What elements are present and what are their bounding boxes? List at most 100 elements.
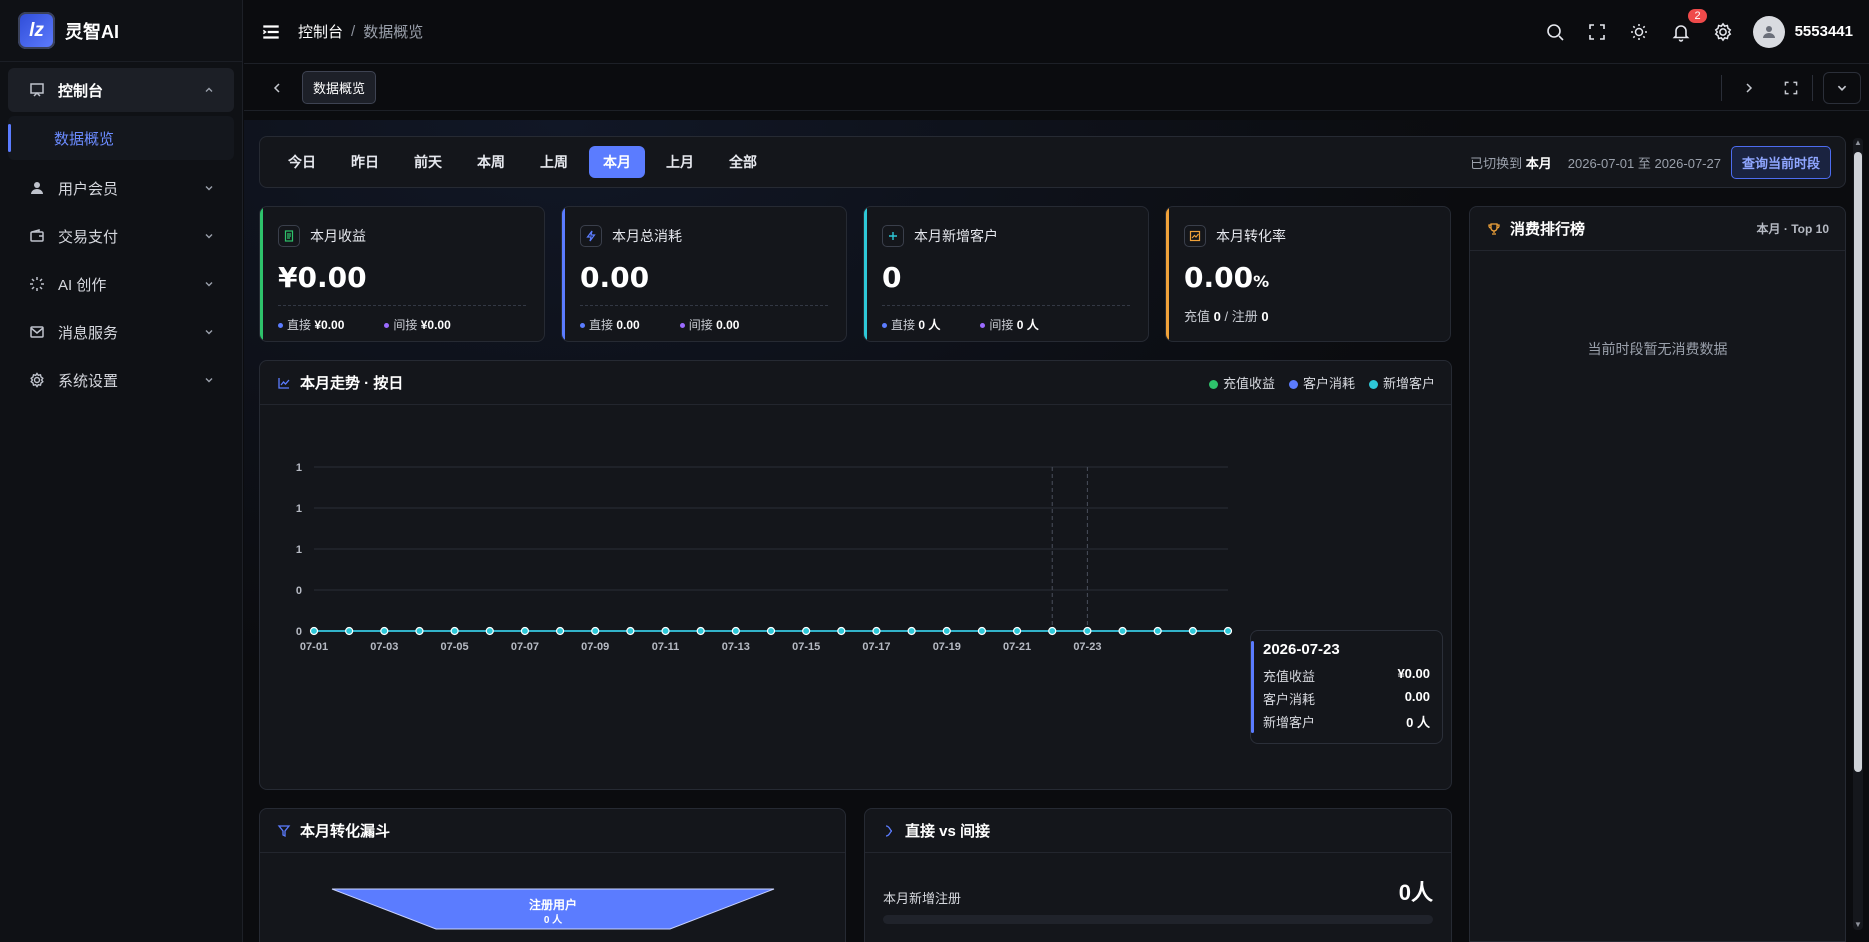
legend-label: 充值收益 [1222, 376, 1275, 391]
data-point [1153, 626, 1162, 636]
legend-item[interactable]: 新增客户 [1368, 373, 1435, 392]
tooltip-label: 充值收益 [1263, 669, 1316, 684]
data-point [555, 626, 565, 636]
stat-foot-label: 间接 [989, 318, 1014, 332]
sidebar-item-settings[interactable]: 系统设置 [8, 358, 234, 402]
ranking-scope: 本月 · Top 10 [1756, 222, 1829, 236]
theme-sun-icon[interactable] [1627, 20, 1651, 44]
trend-chart-icon [1184, 225, 1206, 247]
scrollbar-thumb[interactable] [1854, 152, 1862, 772]
breadcrumb: 控制台 / 数据概览 [298, 21, 423, 42]
legend-item[interactable]: 客户消耗 [1288, 373, 1355, 392]
scroll-up-arrow-icon[interactable]: ▲ [1853, 138, 1863, 148]
sidebar-item-ai-creation[interactable]: AI 创作 [8, 262, 234, 306]
avatar[interactable] [1752, 15, 1785, 48]
sparkle-icon [28, 275, 46, 293]
query-current-period-button[interactable]: 查询当前时段 [1730, 145, 1831, 179]
period-today-button[interactable]: 今日 [274, 146, 330, 178]
y-tick-label: 1 [296, 503, 302, 515]
sidebar-menu: 控制台 数据概览 用户会员 交易支付 AI 创作 消息服务 系统设置 [0, 62, 242, 412]
x-tick-label: 07-21 [1003, 641, 1031, 653]
sidebar-item-dashboard[interactable]: 控制台 [8, 68, 234, 112]
dashboard-icon [28, 81, 46, 99]
chevron-down-icon [205, 282, 213, 287]
tab-fullscreen-icon[interactable] [1776, 73, 1806, 103]
brand[interactable]: lz 灵智AI [0, 0, 242, 62]
stat-foot-value: ¥0.00 [314, 318, 345, 332]
period-this-week-button[interactable]: 本周 [463, 146, 519, 178]
search-icon[interactable] [1543, 20, 1567, 44]
chevron-down-icon [205, 234, 213, 239]
card-header: 直接 vs 间接 [865, 809, 1451, 853]
y-tick-label: 1 [296, 544, 302, 556]
line-chart-icon [276, 375, 292, 391]
x-tick-label: 07-17 [862, 641, 890, 653]
notification-bell-icon[interactable]: 2 [1669, 8, 1707, 44]
period-yesterday-button[interactable]: 昨日 [337, 146, 393, 178]
chevron-up-icon [205, 87, 213, 92]
sidebar-item-label: AI 创作 [58, 276, 107, 294]
data-point [520, 626, 530, 636]
username[interactable]: 5553441 [1795, 23, 1853, 40]
tab-menu-dropdown-icon[interactable] [1823, 71, 1861, 104]
period-this-month-button[interactable]: 本月 [589, 146, 645, 178]
period-last-week-button[interactable]: 上周 [526, 146, 582, 178]
sidebar-item-label: 交易支付 [58, 228, 119, 246]
x-tick-label: 07-01 [300, 641, 328, 653]
chevron-down-icon [205, 378, 213, 383]
scroll-down-arrow-icon[interactable]: ▼ [1853, 920, 1863, 930]
header-actions: 2 5553441 [1543, 8, 1853, 48]
plus-icon [882, 225, 904, 247]
stat-breakdown: 直接 0 人 间接 0 人 [882, 305, 1130, 333]
page-scrollbar[interactable]: ▲ ▼ [1853, 138, 1863, 930]
card-header: 消费排行榜 本月 · Top 10 [1470, 207, 1845, 251]
data-point [872, 626, 881, 636]
menu-toggle-icon[interactable] [260, 21, 282, 43]
top-header: 控制台 / 数据概览 2 5553441 [244, 0, 1869, 64]
funnel-icon [276, 823, 292, 839]
stat-card-revenue: 本月收益 ¥0.00 直接 ¥0.00 间接 ¥0.00 [259, 206, 545, 342]
breadcrumb-item-dashboard[interactable]: 控制台 [298, 21, 343, 42]
conversion-funnel-card: 本月转化漏斗 注册用户 0 人 [259, 808, 846, 942]
sidebar-item-payments[interactable]: 交易支付 [8, 214, 234, 258]
legend-item[interactable]: 充值收益 [1208, 373, 1275, 392]
tooltip-label: 新增客户 [1263, 715, 1316, 730]
stat-value: 0.00 [580, 261, 650, 294]
stat-foot-label: 间接 [393, 318, 418, 332]
stat-foot-value: 0 人 [1016, 318, 1039, 332]
split-icon [881, 823, 897, 839]
tab-scroll-right-icon[interactable] [1734, 73, 1764, 103]
x-tick-label: 07-09 [581, 641, 609, 653]
direct-row-label: 本月新增注册 [883, 891, 962, 906]
legend-label: 客户消耗 [1302, 376, 1355, 391]
sidebar-item-label: 用户会员 [58, 180, 119, 198]
tab-data-overview[interactable]: 数据概览 [302, 71, 377, 104]
stat-value: ¥0.00 [278, 261, 367, 294]
fullscreen-icon[interactable] [1585, 20, 1609, 44]
stat-card-new-customers: 本月新增客户 0 直接 0 人 间接 0 人 [863, 206, 1149, 342]
period-last-month-button[interactable]: 上月 [652, 146, 708, 178]
stat-card-consumption: 本月总消耗 0.00 直接 0.00 间接 0.00 [561, 206, 847, 342]
stat-value: 0.00% [1184, 261, 1432, 294]
sidebar-item-users[interactable]: 用户会员 [8, 166, 234, 210]
stat-title: 本月收益 [310, 228, 366, 244]
stat-conversion-detail: 充值 0 / 注册 0 [1184, 306, 1432, 325]
x-tick-label: 07-11 [652, 641, 680, 653]
breadcrumb-separator: / [351, 23, 356, 40]
data-point [837, 626, 846, 636]
x-tick-label: 07-23 [1073, 641, 1101, 653]
stat-foot-value: 0.00 [716, 318, 740, 332]
period-all-button[interactable]: 全部 [715, 146, 771, 178]
tab-scroll-left-icon[interactable] [266, 77, 288, 99]
stat-foot-label: 间接 [688, 318, 713, 332]
tooltip-value: 0.00 [1404, 689, 1430, 704]
data-point [1223, 626, 1233, 636]
period-daybefore-button[interactable]: 前天 [400, 146, 456, 178]
tooltip-row: 客户消耗 0.00 [1263, 689, 1430, 708]
settings-gear-icon[interactable] [1711, 20, 1735, 44]
sidebar-subitem-data-overview[interactable]: 数据概览 [8, 116, 234, 160]
divider [1721, 74, 1722, 101]
sidebar-item-label: 控制台 [58, 82, 104, 100]
sidebar-item-messages[interactable]: 消息服务 [8, 310, 234, 354]
card-title: 本月走势 · 按日 [300, 375, 404, 392]
